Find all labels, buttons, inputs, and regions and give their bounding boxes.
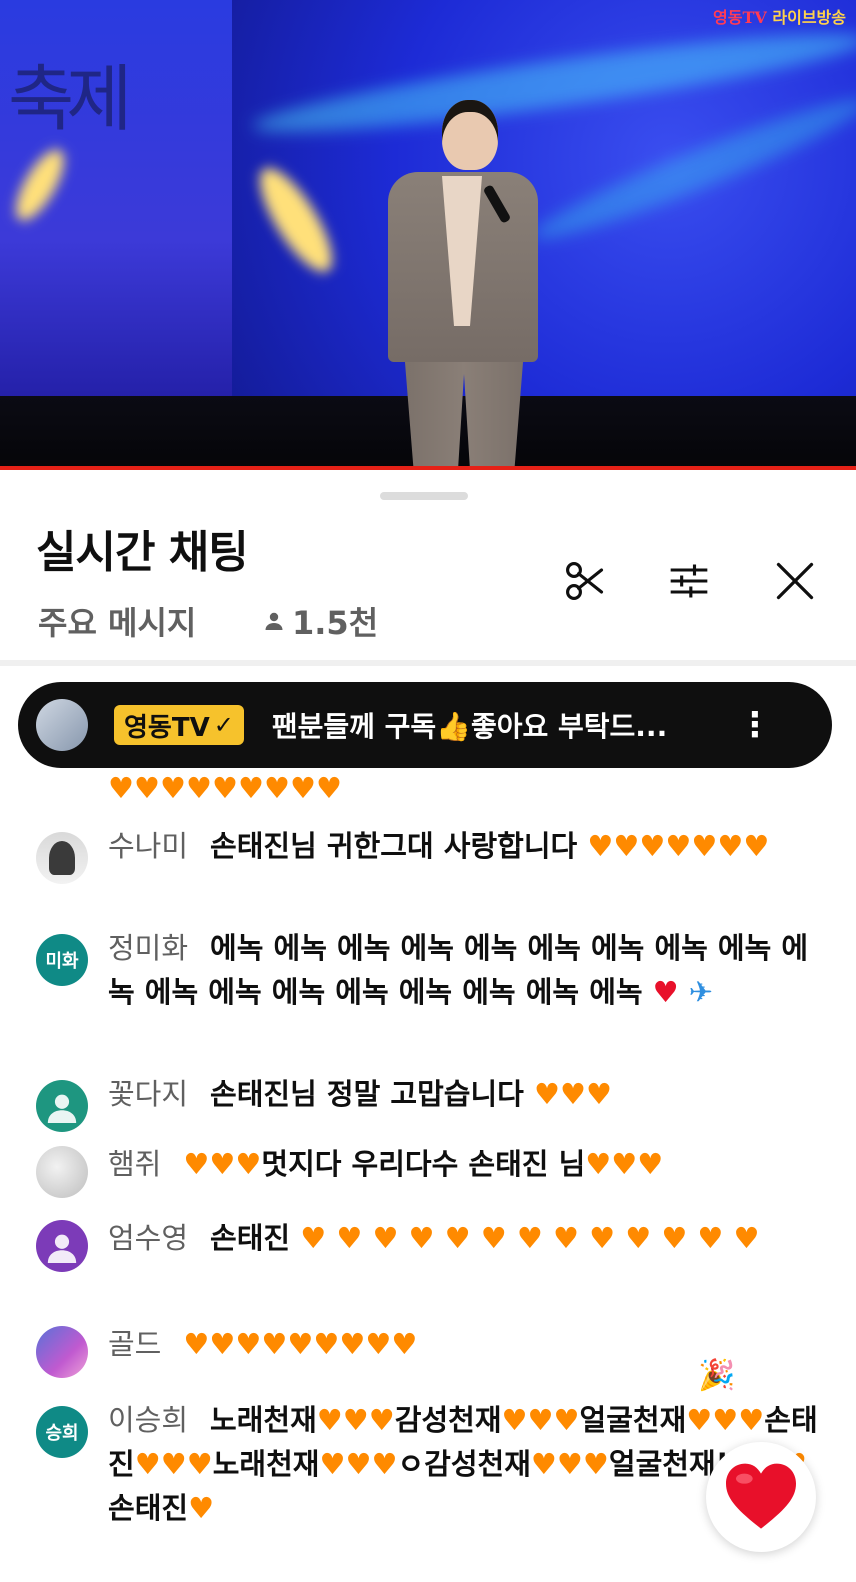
pinned-message[interactable]: 영동TV ✓ 팬분들께 구독👍좋아요 부탁드... ⋮ [18,682,832,768]
sliders-icon [670,564,708,598]
message-text: 에녹 에녹 에녹 에녹 에녹 에녹 에녹 에녹 에녹 에녹 에녹 에녹 에녹 에… [108,931,809,1009]
default-avatar-icon [47,1094,77,1123]
live-chat-panel: 실시간 채팅 주요 메시지 1.5천 영동TV ✓ 팬분들께 구독👍좋아요 부탁… [0,474,856,1582]
message-text: ♥♥♥♥♥♥♥♥♥ [183,1327,418,1361]
avatar[interactable]: 승희 [36,1406,88,1458]
live-progress-bar [0,466,856,470]
pinned-channel-name: 영동TV [124,712,210,743]
festival-banner: 축제 [0,0,232,400]
chat-title: 실시간 채팅 [36,527,249,578]
more-vert-icon[interactable]: ⋮ [738,708,772,742]
avatar[interactable] [36,832,88,884]
banner-calligraphy: 축제 [8,57,133,141]
message-text: 손태진님 정말 고맙습니다 ♥♥♥ [210,1077,612,1111]
message-author[interactable]: 엄수영 [108,1221,188,1255]
viewer-count-value: 1.5천 [292,604,379,642]
avatar[interactable] [36,1220,88,1272]
pinned-message-text: 팬분들께 구독👍좋아요 부탁드... [271,710,668,743]
scissors-icon [566,562,604,600]
viewer-count: 1.5천 [262,598,378,644]
message-author[interactable]: 수나미 [108,829,188,863]
chat-settings-button[interactable] [664,556,714,606]
like-reaction-button[interactable] [706,1442,816,1552]
message-author[interactable]: 이승희 [108,1403,188,1437]
drag-handle[interactable] [380,492,468,500]
message-author[interactable]: 골드 [108,1327,161,1361]
close-icon [776,562,814,600]
default-avatar-icon [47,1234,77,1263]
avatar[interactable]: 미화 [36,934,88,986]
close-chat-button[interactable] [770,556,820,606]
avatar[interactable] [36,1326,88,1378]
verified-check-icon: ✓ [213,711,234,739]
broadcast-watermark: 영동TV 라이브방송 [713,8,846,27]
message-author[interactable]: 꽃다지 [108,1077,188,1111]
channel-owner-badge: 영동TV ✓ [114,705,244,745]
clip-button[interactable] [560,556,610,606]
live-video-player[interactable]: 축제 영동TV 라이브방송 [0,0,856,470]
heart-icon [726,1463,796,1529]
avatar[interactable] [36,1146,88,1198]
message-text: 손태진 ♥ ♥ ♥ ♥ ♥ ♥ ♥ ♥ ♥ ♥ ♥ ♥ ♥ [210,1221,760,1255]
message-author[interactable]: 정미화 [108,931,188,965]
message-text: 손태진님 귀한그대 사랑합니다 ♥♥♥♥♥♥♥ [210,829,770,863]
message-text: ♥♥♥♥♥♥♥♥♥ [108,771,342,805]
message-text: ♥♥♥멋지다 우리다수 손태진 님♥♥♥ [183,1147,664,1181]
header-divider [0,660,856,666]
pinned-avatar [36,699,88,751]
avatar[interactable] [36,1080,88,1132]
message-author[interactable]: 햄쥐 [108,1147,161,1181]
chat-mode-selector[interactable]: 주요 메시지 [38,598,196,644]
performer-figure [380,100,550,470]
person-icon [265,612,283,630]
